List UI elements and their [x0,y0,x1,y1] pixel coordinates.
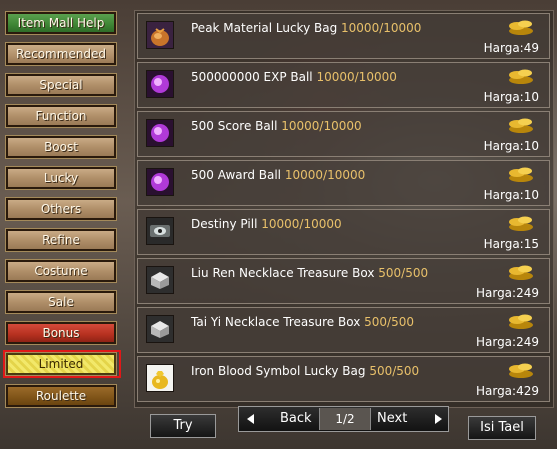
gold-bag-icon [146,364,174,392]
try-button[interactable]: Try [150,414,216,438]
next-arrow-icon[interactable] [435,414,442,424]
item-name: 500 Score Ball [191,119,278,133]
treasure-box-icon [146,266,174,294]
category-boost-button[interactable]: Boost [5,135,117,159]
category-costume-button[interactable]: Costume [5,259,117,283]
item-name: 500 Award Ball [191,168,282,182]
item-quantity: 10000/10000 [341,21,422,35]
item-quantity: 500/500 [378,266,429,280]
category-function-button[interactable]: Function [5,104,117,128]
back-button[interactable]: Back [280,407,312,431]
item-row[interactable]: Iron Blood Symbol Lucky Bag 500/500 Harg… [137,356,550,402]
award-ball-icon [146,168,174,196]
item-name: Liu Ren Necklace Treasure Box [191,266,375,280]
item-row[interactable]: 500000000 EXP Ball 10000/10000 Harga:10 [137,62,550,108]
item-mall-help-button[interactable]: Item Mall Help [5,11,117,35]
item-quantity: 500/500 [364,315,414,329]
previous-arrow-icon[interactable] [247,414,254,424]
item-name: Iron Blood Symbol Lucky Bag [191,364,366,378]
item-price: Harga:10 [483,188,539,202]
item-price: Harga:10 [483,139,539,153]
score-ball-icon [146,119,174,147]
next-button[interactable]: Next [377,407,407,431]
gold-ingot-icon [509,216,533,231]
item-quantity: 10000/10000 [284,168,366,182]
category-others-button[interactable]: Others [5,197,117,221]
item-name: 500000000 EXP Ball [191,70,313,84]
gold-ingot-icon [509,20,533,35]
item-list: Peak Material Lucky Bag 10000/10000 Harg… [134,10,554,408]
item-quantity: 10000/10000 [281,119,362,133]
item-name: Peak Material Lucky Bag [191,21,338,35]
item-row[interactable]: 500 Score Ball 10000/10000 Harga:10 [137,111,550,157]
treasure-box-icon [146,315,174,343]
gold-ingot-icon [509,69,533,84]
category-recommended-button[interactable]: Recommended [5,42,117,66]
item-price: Harga:249 [475,335,539,349]
category-lucky-button[interactable]: Lucky [5,166,117,190]
gold-ingot-icon [509,363,533,378]
item-quantity: 10000/10000 [316,70,397,84]
item-price: Harga:249 [475,286,539,300]
gold-ingot-icon [509,118,533,133]
gold-ingot-icon [509,167,533,182]
gold-ingot-icon [509,265,533,280]
item-name: Destiny Pill [191,217,258,231]
item-price: Harga:10 [483,90,539,104]
exp-ball-icon [146,70,174,98]
page-indicator: 1/2 [319,408,371,430]
lucky-bag-icon [146,21,174,49]
item-price: Harga:49 [483,41,539,55]
item-row[interactable]: Liu Ren Necklace Treasure Box 500/500 Ha… [137,258,550,304]
category-sale-button[interactable]: Sale [5,290,117,314]
category-limited-button[interactable]: Limited [5,352,117,376]
gold-ingot-icon [509,314,533,329]
item-row[interactable]: Peak Material Lucky Bag 10000/10000 Harg… [137,13,550,59]
category-special-button[interactable]: Special [5,73,117,97]
item-row[interactable]: Destiny Pill 10000/10000 Harga:15 [137,209,550,255]
item-price: Harga:15 [483,237,539,251]
pagination: Back 1/2 Next [238,406,449,432]
category-roulette-button[interactable]: Roulette [5,384,117,408]
category-bonus-button[interactable]: Bonus [5,321,117,345]
item-row[interactable]: Tai Yi Necklace Treasure Box 500/500 Har… [137,307,550,353]
item-row[interactable]: 500 Award Ball 10000/10000 Harga:10 [137,160,550,206]
item-quantity: 500/500 [369,364,420,378]
item-quantity: 10000/10000 [261,217,342,231]
destiny-pill-icon [146,217,174,245]
item-name: Tai Yi Necklace Treasure Box [191,315,361,329]
category-refine-button[interactable]: Refine [5,228,117,252]
top-up-button[interactable]: Isi Tael [468,416,536,440]
item-price: Harga:429 [475,384,539,398]
